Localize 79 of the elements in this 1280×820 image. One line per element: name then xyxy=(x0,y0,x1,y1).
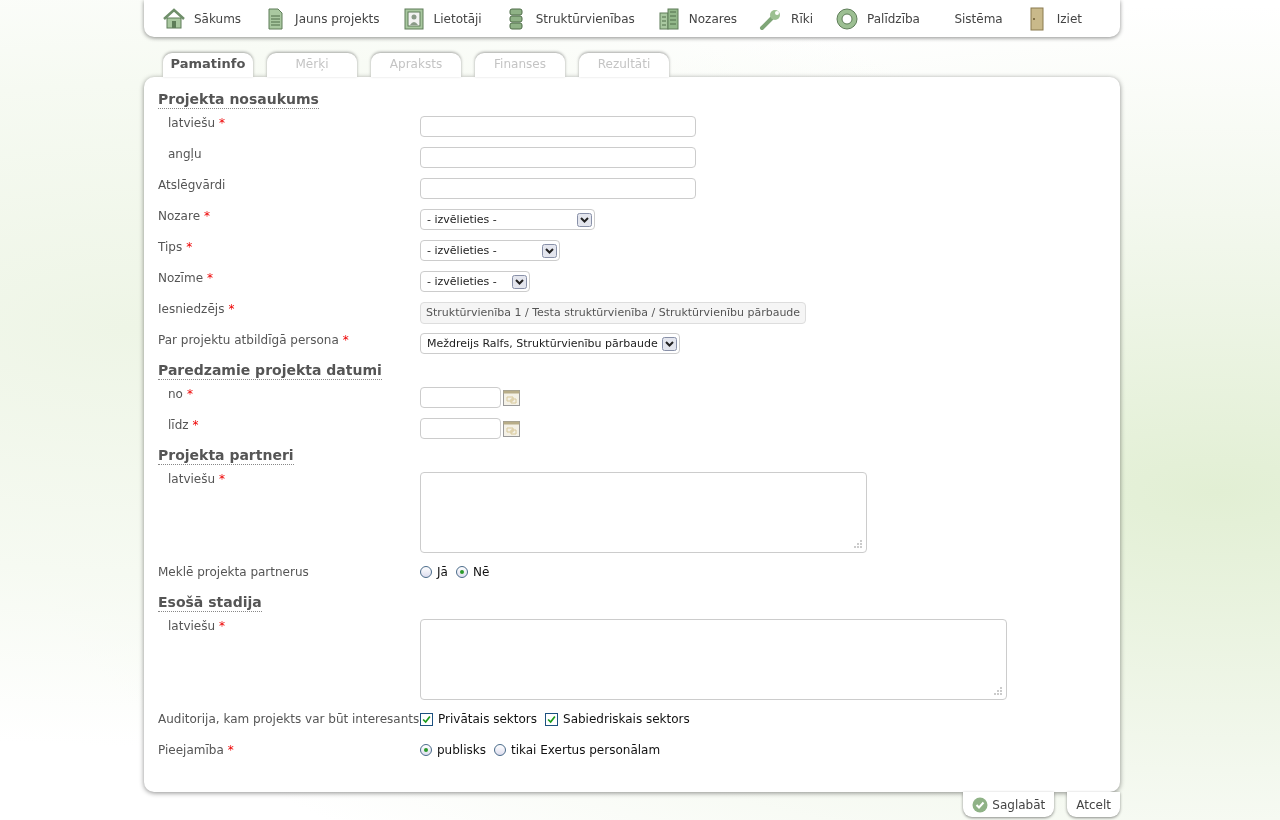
check-icon xyxy=(972,796,989,813)
caret-icon xyxy=(542,243,557,258)
resize-grip-icon[interactable] xyxy=(994,687,1002,695)
text-input[interactable] xyxy=(420,116,696,137)
field-label: Nozīme xyxy=(158,271,204,285)
date-input[interactable] xyxy=(420,418,501,439)
text-area[interactable] xyxy=(420,619,1007,700)
required-asterisk: * xyxy=(207,271,214,285)
required-asterisk: * xyxy=(227,743,234,757)
required-asterisk: * xyxy=(219,619,226,633)
house-icon xyxy=(162,6,186,31)
required-asterisk: * xyxy=(219,472,226,486)
field-label: Atslēgvārdi xyxy=(158,178,226,192)
field-label: no xyxy=(168,387,183,401)
dropdown[interactable]: - izvēlieties - xyxy=(420,240,560,261)
nav-link[interactable]: Jauns projekts xyxy=(263,6,380,31)
section-heading: Projekta partneri xyxy=(158,447,294,465)
field-label: latviešu xyxy=(168,116,216,130)
caret-icon xyxy=(512,274,527,289)
required-asterisk: * xyxy=(192,418,199,432)
lifebuoy-icon xyxy=(835,6,859,31)
field-label: Tips xyxy=(158,240,183,254)
nav-link[interactable]: Palīdzība xyxy=(835,6,920,31)
tab[interactable]: Pamatinfo xyxy=(163,53,253,77)
field-label: līdz xyxy=(168,418,189,432)
date-input[interactable] xyxy=(420,387,501,408)
radio-option[interactable]: Nē xyxy=(455,565,490,579)
calendar-icon[interactable] xyxy=(503,389,520,406)
required-asterisk: * xyxy=(219,116,226,130)
radio-option[interactable]: publisks xyxy=(420,743,486,757)
section-heading: Paredzamie projekta datumi xyxy=(158,362,382,380)
required-asterisk: * xyxy=(186,240,193,254)
resize-grip-icon[interactable] xyxy=(854,540,862,548)
field-label: Meklē projekta partnerus xyxy=(158,565,309,579)
text-area[interactable] xyxy=(420,472,867,553)
radio-button[interactable] xyxy=(493,744,506,756)
nav-link[interactable]: Iziet xyxy=(1024,6,1082,31)
dropdown[interactable]: Meždreijs Ralfs, Struktūrvienību pārbaude xyxy=(420,333,680,354)
dropdown[interactable]: - izvēlieties - xyxy=(420,271,530,292)
required-asterisk: * xyxy=(228,302,235,316)
nav-link[interactable]: Struktūrvienības xyxy=(503,6,635,31)
required-asterisk: * xyxy=(186,387,193,401)
caret-icon xyxy=(661,336,677,351)
cancel-button[interactable]: Atcelt xyxy=(1067,792,1120,817)
radio-option[interactable]: Jā xyxy=(420,565,448,579)
field-label: latviešu xyxy=(168,619,216,633)
field-label: Auditorija, kam projekts var būt interesants xyxy=(158,712,420,726)
section-heading: Projekta nosaukums xyxy=(158,91,319,109)
portrait-icon xyxy=(401,6,426,31)
radio-button[interactable] xyxy=(420,566,432,578)
text-input[interactable] xyxy=(420,147,696,168)
required-asterisk: * xyxy=(342,333,349,347)
nav-link[interactable]: Nozares xyxy=(656,6,738,31)
checkbox[interactable] xyxy=(545,712,559,726)
field-label: angļu xyxy=(168,147,202,161)
nav-link[interactable]: Lietotāji xyxy=(401,6,482,31)
field-label: latviešu xyxy=(168,472,216,486)
nav-link[interactable]: Sākums xyxy=(162,6,242,31)
radio-button[interactable] xyxy=(420,744,432,756)
dropdown[interactable]: - izvēlieties - xyxy=(420,209,595,230)
radio-option[interactable]: tikai Exertus personālam xyxy=(493,743,661,757)
radio-button[interactable] xyxy=(455,566,468,578)
text-input[interactable] xyxy=(420,178,696,199)
field-label: Iesniedzējs xyxy=(158,302,225,316)
section-heading: Esošā stadija xyxy=(158,594,262,612)
checkbox[interactable] xyxy=(420,712,433,726)
field-label: Nozare xyxy=(158,209,201,223)
readonly-field: Struktūrvienība 1 / Testa struktūrvienība / Struktūrvienību pārbaude xyxy=(420,302,807,324)
checkbox-option[interactable]: Sabiedriskais sektors xyxy=(545,712,690,726)
checkbox-option[interactable]: Privātais sektors xyxy=(420,712,538,726)
nav-link[interactable]: Sistēma xyxy=(954,11,1003,26)
field-label: Par projektu atbildīgā persona xyxy=(158,333,339,347)
save-button[interactable]: Saglabāt xyxy=(963,792,1055,817)
nav-link[interactable]: Rīki xyxy=(759,6,813,31)
calendar-icon[interactable] xyxy=(503,420,520,437)
required-asterisk: * xyxy=(204,209,211,223)
caret-icon xyxy=(577,212,592,227)
field-label: Pieejamība xyxy=(158,743,224,757)
buildings-icon xyxy=(656,6,681,31)
